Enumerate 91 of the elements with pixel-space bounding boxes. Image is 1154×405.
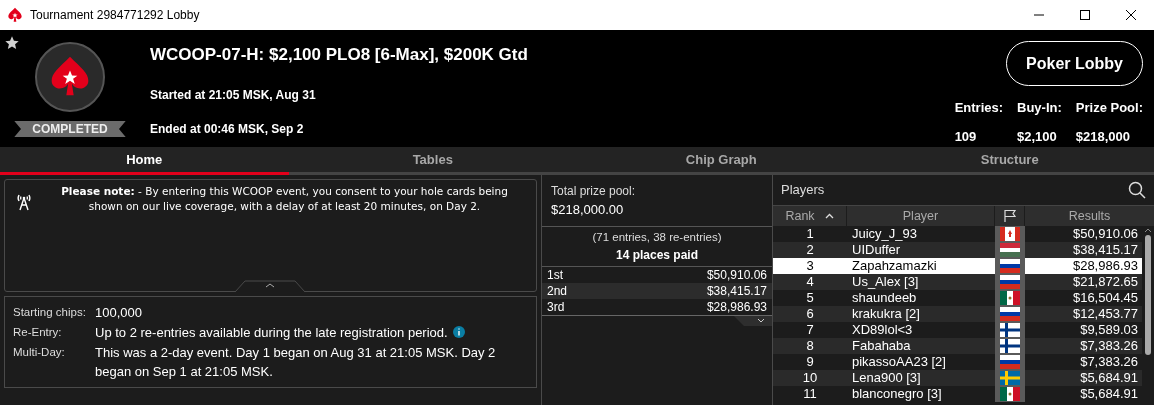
- rank-cell-text: 2: [805, 241, 815, 260]
- players-title: Players: [781, 181, 825, 200]
- stat-value: 109: [954, 127, 978, 146]
- result-cell-text: $7,383.26: [1079, 353, 1139, 372]
- flag-icon: [1000, 387, 1020, 401]
- place: 1st: [547, 267, 563, 283]
- rank-cell-text: 3: [805, 257, 815, 276]
- rank-cell-text: 7: [805, 321, 815, 340]
- stat-label: Buy-In:: [1017, 99, 1062, 117]
- result-cell-text: $9,589.03: [1079, 321, 1139, 340]
- stat-value: $2,100: [1017, 127, 1058, 146]
- rank-cell-text: 1: [805, 225, 815, 244]
- result-cell-text: $5,684.91: [1079, 385, 1139, 404]
- player-cell-text: Juicy_J_93: [851, 225, 919, 244]
- spade-logo-icon: [7, 7, 23, 23]
- result-cell-text: $7,383.26: [1079, 337, 1139, 356]
- flag-icon[interactable]: [1002, 209, 1017, 223]
- detail-value: This was a 2-day event. Day 1 began on Aug 31 at 21:05 MSK. Day 2 began on Sep 1 at 21:05 MSK.: [95, 344, 497, 381]
- tab[interactable]: Home: [0, 147, 289, 175]
- column-header[interactable]: Results: [1025, 206, 1154, 226]
- player-cell-text: blanconegro [3]: [851, 385, 943, 404]
- player-cell-text: Fabahaba: [851, 337, 912, 356]
- total-prize-value: $218,000.00: [551, 200, 625, 219]
- player-row[interactable]: 10 Lena900 [3] $5,684.91: [773, 370, 1142, 386]
- flag-icon: [1000, 307, 1020, 321]
- player-cell-text: shaundeeb: [851, 289, 918, 308]
- rank-cell-text: 10: [801, 369, 819, 388]
- tournament-title: WCOOP-07-H: $2,100 PLO8 [6-Max], $200K Gtd: [150, 44, 528, 66]
- detail-value: Up to 2 re-entries available during the late registration period.: [95, 324, 448, 342]
- stat-label: Entries:: [954, 99, 1004, 117]
- flag-icon: [1000, 355, 1020, 369]
- places-paid: 14 places paid: [615, 247, 698, 265]
- flag-icon: [1000, 339, 1020, 353]
- info-icon[interactable]: [452, 326, 465, 338]
- tab[interactable]: Chip Graph: [577, 147, 866, 175]
- result-cell-text: $50,910.06: [1071, 225, 1139, 244]
- player-cell-text: Zapahzamazki: [851, 257, 938, 276]
- flag-icon: [1000, 243, 1020, 257]
- entries-text: (71 entries, 38 re-entries): [592, 229, 722, 245]
- player-row[interactable]: 8 Fabahaba $7,383.26: [773, 338, 1142, 354]
- flag-icon: [1000, 275, 1020, 289]
- flag-icon: [1000, 371, 1020, 385]
- result-cell-text: $16,504.45: [1071, 289, 1139, 308]
- tab[interactable]: Tables: [288, 147, 577, 175]
- player-row[interactable]: 6 krakukra [2] $12,453.77: [773, 306, 1142, 322]
- detail-label: Re-Entry:: [13, 325, 63, 340]
- stat-value: $218,000: [1075, 127, 1132, 146]
- flag-icon: [1000, 227, 1020, 241]
- prize-amount: $38,415.17: [706, 283, 767, 299]
- sort-caret-icon: [824, 213, 834, 219]
- start-time: Started at 21:05 MSK, Aug 31: [150, 87, 317, 104]
- prize-amount: $50,910.06: [706, 267, 767, 283]
- result-cell-text: $21,872.65: [1071, 273, 1139, 292]
- search-icon[interactable]: [1128, 181, 1146, 199]
- total-prize-label: Total prize pool:: [551, 182, 637, 200]
- prize-amount: $28,986.93: [706, 299, 767, 315]
- tab[interactable]: Structure: [865, 147, 1154, 175]
- result-cell-text: $5,684.91: [1079, 369, 1139, 388]
- scroll-up-icon[interactable]: [1144, 228, 1152, 233]
- rank-cell-text: 6: [805, 305, 815, 324]
- result-cell-text: $28,986.93: [1071, 257, 1139, 276]
- player-row[interactable]: 3 Zapahzamazki $28,986.93: [773, 258, 1142, 274]
- player-row[interactable]: 4 Us_Alex [3] $21,872.65: [773, 274, 1142, 290]
- rank-cell-text: 11: [802, 385, 818, 404]
- star-icon[interactable]: [4, 35, 20, 51]
- stat-label: Prize Pool:: [1075, 99, 1143, 117]
- player-cell-text: pikassoAA23 [2]: [851, 353, 947, 372]
- detail-label: Multi-Day:: [13, 345, 66, 360]
- result-cell-text: $38,415.17: [1071, 241, 1139, 260]
- result-cell-text: $12,453.77: [1071, 305, 1139, 324]
- detail-value: 100,000: [95, 304, 142, 322]
- flag-icon: [1000, 291, 1020, 305]
- status-ribbon: COMPLETED: [14, 121, 126, 137]
- flag-icon: [1000, 323, 1020, 337]
- player-cell-text: Lena900 [3]: [851, 369, 922, 388]
- rank-cell-text: 4: [805, 273, 815, 292]
- player-cell-text: krakukra [2]: [851, 305, 921, 324]
- rank-cell-text: 8: [805, 337, 815, 356]
- place: 3rd: [547, 299, 565, 315]
- rank-cell-text: 5: [805, 289, 815, 308]
- detail-label: Starting chips:: [13, 305, 87, 320]
- player-cell-text: UIDuffer: [851, 241, 902, 260]
- player-cell-text: Us_Alex [3]: [851, 273, 920, 292]
- player-cell-text: XD89lol<3: [851, 321, 914, 340]
- flag-icon: [1000, 259, 1020, 273]
- player-row[interactable]: 2 UIDuffer $38,415.17: [773, 242, 1142, 258]
- end-time: Ended at 00:46 MSK, Sep 2: [150, 121, 305, 138]
- place: 2nd: [547, 283, 568, 299]
- window-title: Tournament 2984771292 Lobby: [30, 7, 200, 24]
- note-text: Please note: - By entering this WCOOP event, you consent to your hole cards being shown on our live coverage, with a delay of at least 20 minutes, on Day 2.: [60, 184, 509, 214]
- rank-cell-text: 9: [805, 353, 815, 372]
